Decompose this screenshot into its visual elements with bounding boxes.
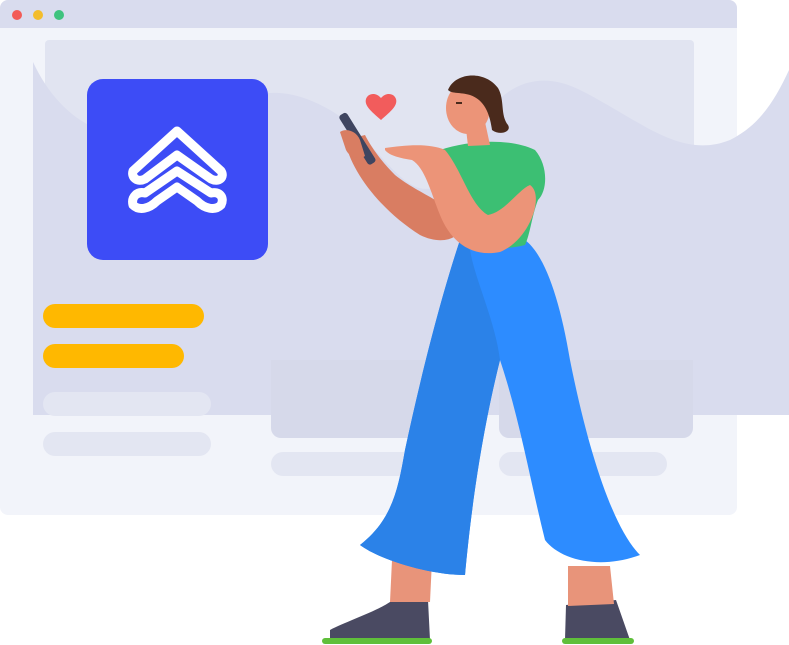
double-chevron-up-icon (128, 126, 227, 213)
person-illustration (322, 75, 640, 644)
placeholder-bar (43, 392, 211, 416)
placeholder-bar (43, 432, 211, 456)
shoe-right (562, 600, 634, 644)
app-logo-tile (87, 79, 268, 260)
pants (360, 240, 640, 575)
shoe-left (322, 600, 432, 644)
highlight-bar (43, 344, 184, 368)
heart-icon (365, 93, 397, 120)
highlight-bar (43, 304, 204, 328)
